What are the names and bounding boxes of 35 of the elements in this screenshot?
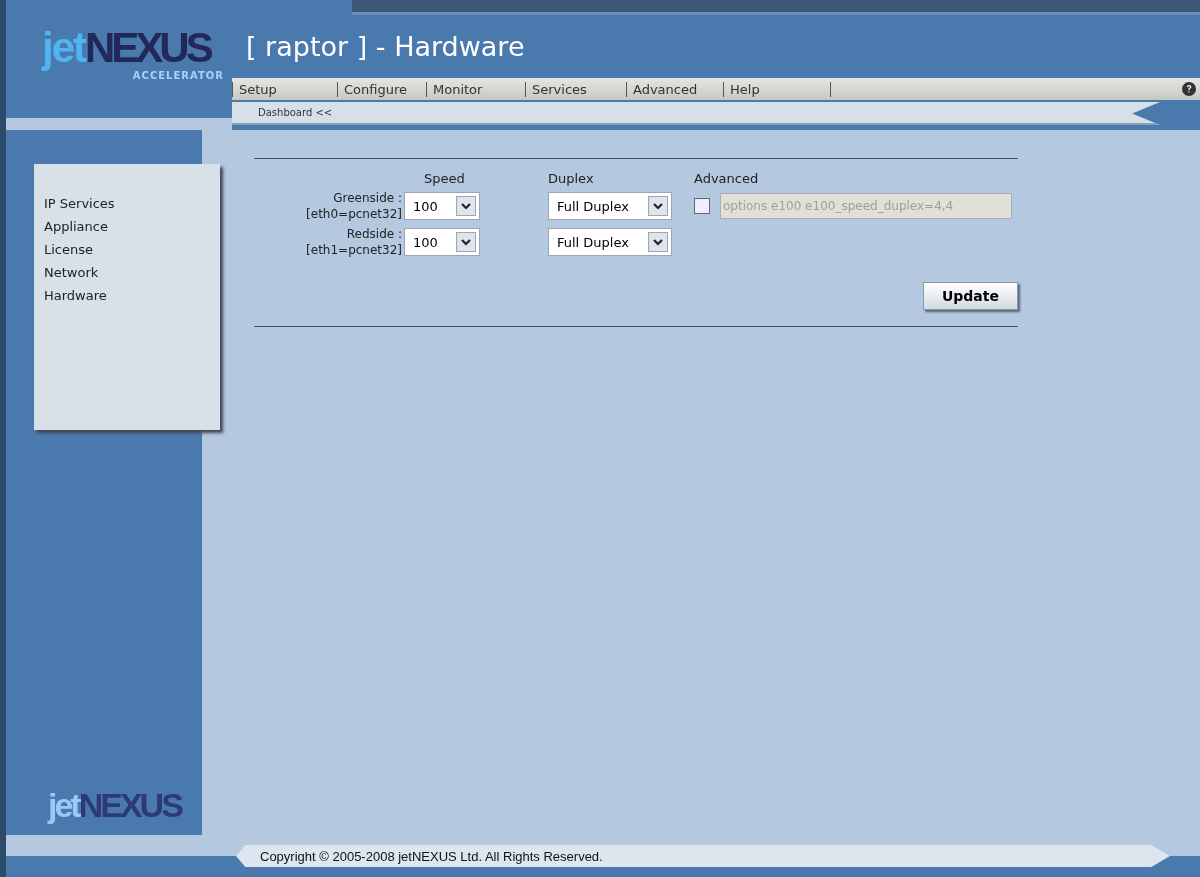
help-icon[interactable] (1182, 82, 1196, 96)
speed-select[interactable]: 100 (404, 192, 480, 220)
logo-nexus: NEXUS (85, 24, 210, 71)
menu-item[interactable]: Advanced (626, 81, 723, 97)
menu-item[interactable]: Configure (337, 81, 426, 97)
sidebar-item[interactable]: IP Services (44, 192, 220, 215)
dropdown-icon (648, 232, 668, 252)
sidebar-item[interactable]: License (44, 238, 220, 261)
sidebar-item[interactable]: Hardware (44, 284, 220, 307)
interface-label: Greenside : [eth0=pcnet32] (305, 190, 403, 222)
sidebar-item[interactable]: Network (44, 261, 220, 284)
menu-item[interactable]: Monitor (426, 81, 525, 97)
dropdown-icon (456, 232, 476, 252)
interface-label: Redside : [eth1=pcnet32] (305, 226, 403, 258)
menu-item[interactable]: Services (525, 81, 626, 97)
copyright-text: Copyright © 2005-2008 jetNEXUS Ltd. All Rights Reserved. (260, 848, 603, 864)
duplex-select[interactable]: Full Duplex (548, 228, 672, 256)
column-header: Speed (423, 171, 466, 186)
column-header: Duplex (548, 171, 595, 186)
page-title: [ raptor ] - Hardware (246, 31, 525, 62)
menu-item[interactable]: Setup (232, 81, 337, 97)
menu-item[interactable]: Help (723, 81, 830, 97)
logo-tagline: ACCELERATOR (132, 70, 224, 81)
logo-jet: jet (48, 786, 79, 824)
update-button[interactable]: Update (922, 282, 1018, 310)
checkbox[interactable] (694, 198, 710, 214)
speed-select[interactable]: 100 (404, 228, 480, 256)
logo-jet: jet (42, 24, 85, 71)
column-header: Advanced (694, 171, 760, 186)
duplex-select[interactable]: Full Duplex (548, 192, 672, 220)
dropdown-icon (456, 196, 476, 216)
dropdown-icon (648, 196, 668, 216)
sidebar-item[interactable]: Appliance (44, 215, 220, 238)
breadcrumb-link[interactable]: Dashboard << (258, 107, 333, 118)
logo-nexus: NEXUS (78, 786, 181, 824)
